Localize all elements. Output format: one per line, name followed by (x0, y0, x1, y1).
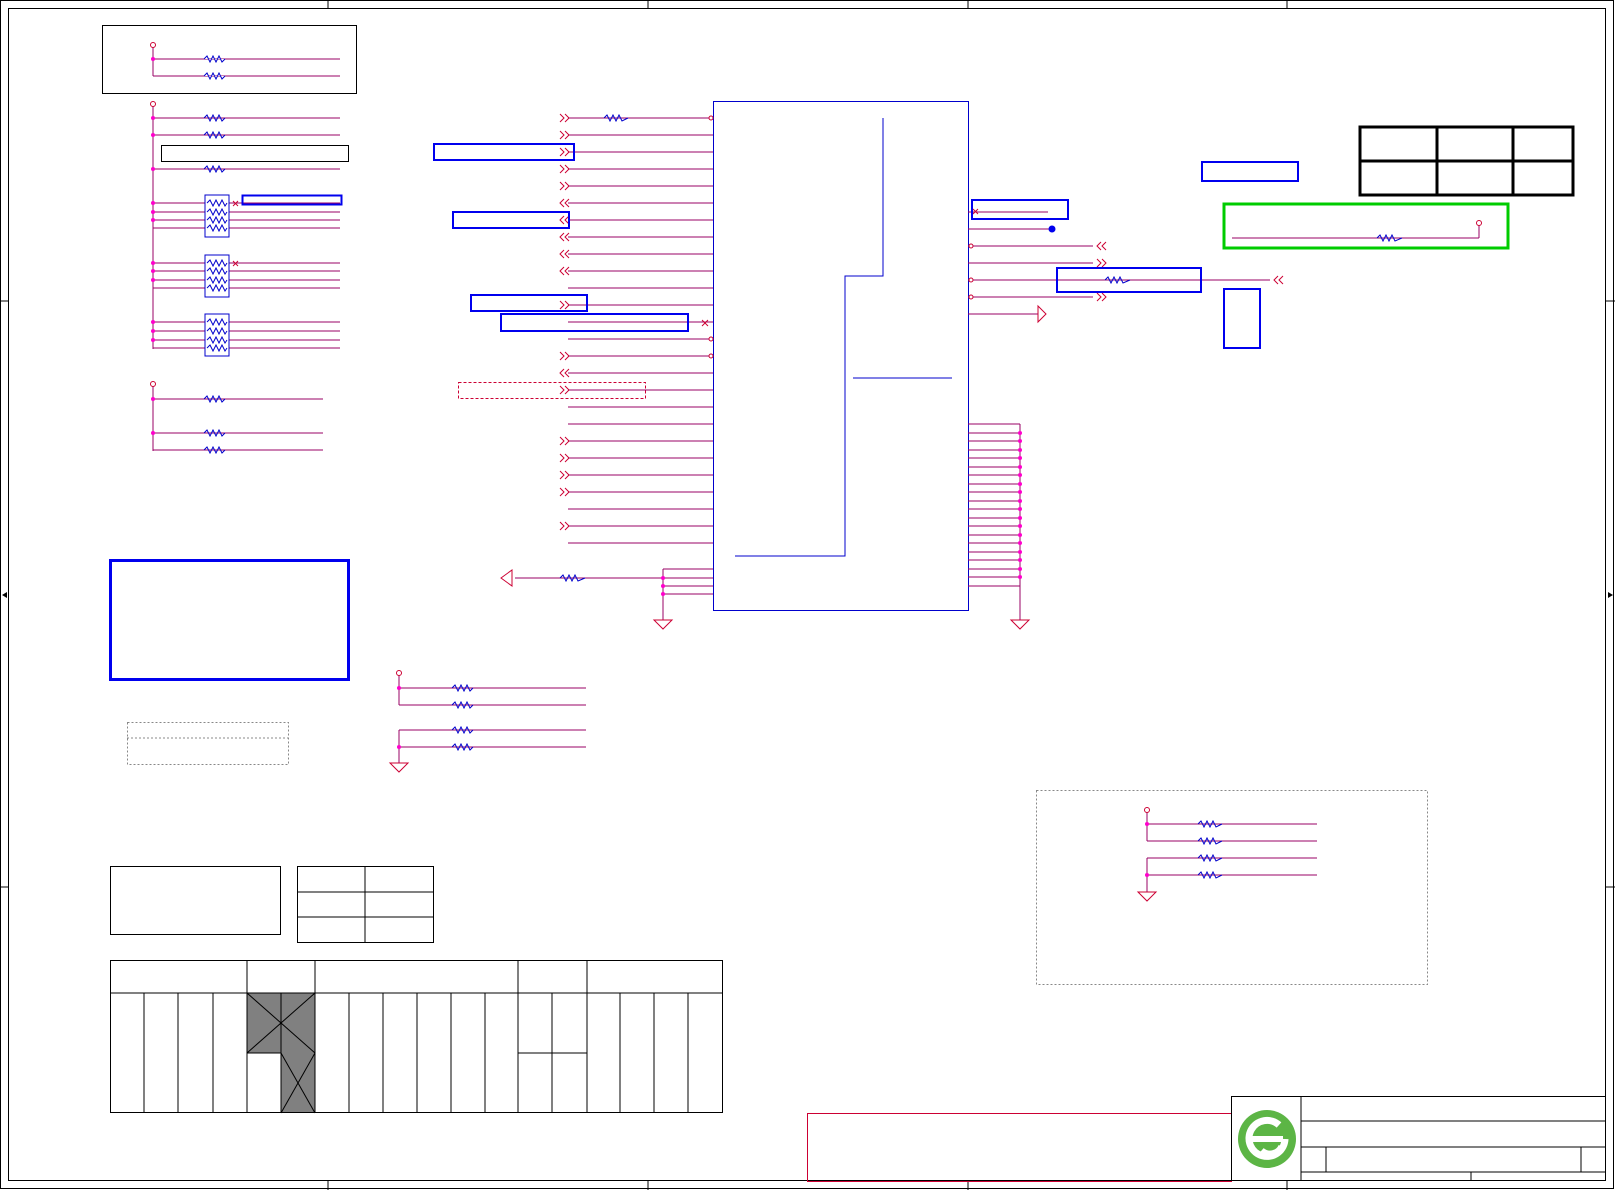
ic-right-pin-nets (968, 161, 1299, 630)
power-port-icon (396, 670, 402, 676)
ground-symbol-icon (652, 619, 674, 630)
frame-arrow-icon (2, 592, 1613, 598)
note-box-blue (109, 559, 350, 681)
pullup-box-top (102, 25, 357, 94)
info-box (110, 866, 281, 935)
mid-lower-pullup-group (388, 670, 586, 773)
company-logo-icon (1238, 1110, 1296, 1168)
sheet-frame (0, 0, 1615, 1190)
power-port-icon (1037, 304, 1047, 324)
schematic-sheet (0, 0, 1615, 1190)
revision-table (1358, 125, 1575, 197)
power-port-icon (150, 101, 156, 107)
resistor-icon (203, 54, 226, 64)
no-connect-icon (701, 319, 709, 327)
net-label-box (971, 161, 1299, 349)
dashed-option-group (1036, 790, 1428, 985)
title-block (1231, 1096, 1606, 1181)
pin-stub-icon (968, 243, 974, 300)
net-label-box (161, 145, 349, 162)
power-port-icon (150, 42, 156, 48)
power-port-icon (1476, 220, 1482, 226)
green-note-box (1222, 202, 1510, 250)
ic-left-pin-nets (433, 113, 714, 630)
off-page-connector-icon (559, 113, 570, 531)
resistor-array-icon (204, 194, 230, 238)
resistor-array-icon (204, 313, 230, 357)
no-connect-icon (232, 200, 239, 267)
power-port-icon (500, 569, 513, 587)
strap-config-table (110, 960, 723, 1114)
dashed-note-table (127, 722, 289, 765)
ground-symbol-icon (1136, 891, 1158, 902)
left-pullup-network (150, 57, 349, 357)
resistor-icon (203, 71, 226, 81)
power-port-icon (150, 381, 156, 387)
ground-symbol-icon (1009, 619, 1031, 630)
left-mid-pullup-group (150, 381, 323, 455)
ground-symbol-icon (388, 762, 410, 773)
junction-dot-icon (1048, 225, 1056, 233)
red-note-box (807, 1113, 1232, 1182)
main-ic-symbol (713, 101, 969, 611)
resistor-array-icon (204, 254, 230, 298)
option-table-small (297, 866, 434, 943)
power-port-icon (1144, 807, 1150, 813)
junction-dot-icon (661, 576, 665, 596)
